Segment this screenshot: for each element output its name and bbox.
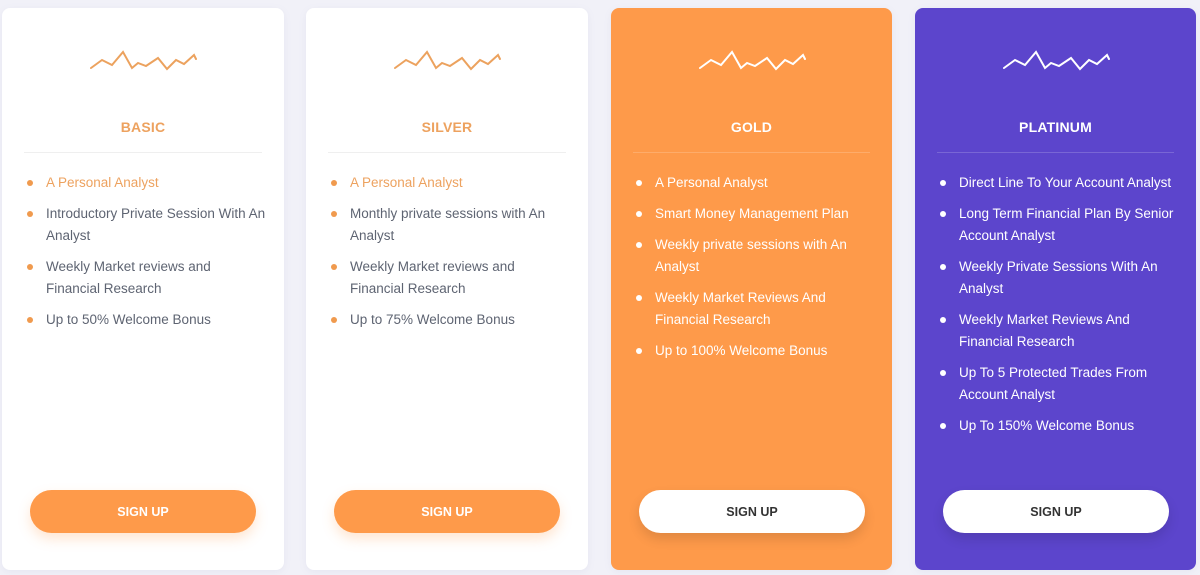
feature-item: Up To 150% Welcome Bonus (937, 415, 1178, 437)
feature-item: Up to 50% Welcome Bonus (24, 309, 266, 331)
feature-list: A Personal Analyst Introductory Private … (24, 172, 266, 340)
plan-title: GOLD (730, 119, 773, 135)
plan-title: PLATINUM (1019, 119, 1092, 135)
feature-item: A Personal Analyst (328, 172, 570, 194)
divider (633, 152, 870, 153)
feature-list: A Personal Analyst Smart Money Managemen… (633, 172, 874, 371)
bullet-icon (636, 295, 642, 301)
feature-item: Weekly Market reviews and Financial Rese… (24, 256, 266, 300)
sparkline-icon (698, 50, 806, 71)
plan-title: SILVER (421, 119, 473, 135)
sparkline-icon (90, 50, 197, 71)
plan-title: BASIC (120, 119, 166, 135)
feature-item: Up to 75% Welcome Bonus (328, 309, 570, 331)
bullet-icon (940, 180, 946, 186)
feature-item: Up to 100% Welcome Bonus (633, 340, 874, 362)
bullet-icon (940, 423, 946, 429)
bullet-icon (331, 180, 337, 186)
divider (937, 152, 1174, 153)
bullet-icon (331, 317, 337, 323)
feature-item: A Personal Analyst (24, 172, 266, 194)
feature-item: Long Term Financial Plan By Senior Accou… (937, 203, 1178, 247)
bullet-icon (331, 211, 337, 217)
sign-up-button-basic[interactable]: SIGN UP (30, 490, 256, 533)
feature-item: Smart Money Management Plan (633, 203, 874, 225)
feature-item: Weekly Market Reviews And Financial Rese… (937, 309, 1178, 353)
feature-item: Monthly private sessions with An Analyst (328, 203, 570, 247)
sparkline-icon (1002, 50, 1110, 71)
feature-item: Weekly Private Sessions With An Analyst (937, 256, 1178, 300)
feature-item: A Personal Analyst (633, 172, 874, 194)
feature-item: Up To 5 Protected Trades From Account An… (937, 362, 1178, 406)
bullet-icon (940, 211, 946, 217)
bullet-icon (27, 211, 33, 217)
bullet-icon (636, 348, 642, 354)
sign-up-button-platinum[interactable]: SIGN UP (943, 490, 1169, 533)
divider (328, 152, 566, 153)
feature-item: Weekly private sessions with An Analyst (633, 234, 874, 278)
divider (24, 152, 262, 153)
feature-item: Weekly Market Reviews And Financial Rese… (633, 287, 874, 331)
plan-card-gold: GOLD A Personal Analyst Smart Money Mana… (611, 8, 892, 570)
plan-card-platinum: PLATINUM Direct Line To Your Account Ana… (915, 8, 1196, 570)
bullet-icon (636, 242, 642, 248)
bullet-icon (636, 180, 642, 186)
bullet-icon (940, 317, 946, 323)
bullet-icon (27, 180, 33, 186)
feature-list: A Personal Analyst Monthly private sessi… (328, 172, 570, 340)
bullet-icon (331, 264, 337, 270)
bullet-icon (940, 370, 946, 376)
feature-item: Introductory Private Session With An Ana… (24, 203, 266, 247)
sparkline-icon (394, 50, 501, 71)
bullet-icon (636, 211, 642, 217)
plan-card-silver: SILVER A Personal Analyst Monthly privat… (306, 8, 588, 570)
bullet-icon (27, 264, 33, 270)
feature-item: Weekly Market reviews and Financial Rese… (328, 256, 570, 300)
bullet-icon (940, 264, 946, 270)
feature-list: Direct Line To Your Account Analyst Long… (937, 172, 1178, 446)
feature-item: Direct Line To Your Account Analyst (937, 172, 1178, 194)
sign-up-button-gold[interactable]: SIGN UP (639, 490, 865, 533)
sign-up-button-silver[interactable]: SIGN UP (334, 490, 560, 533)
bullet-icon (27, 317, 33, 323)
plan-card-basic: BASIC A Personal Analyst Introductory Pr… (2, 8, 284, 570)
